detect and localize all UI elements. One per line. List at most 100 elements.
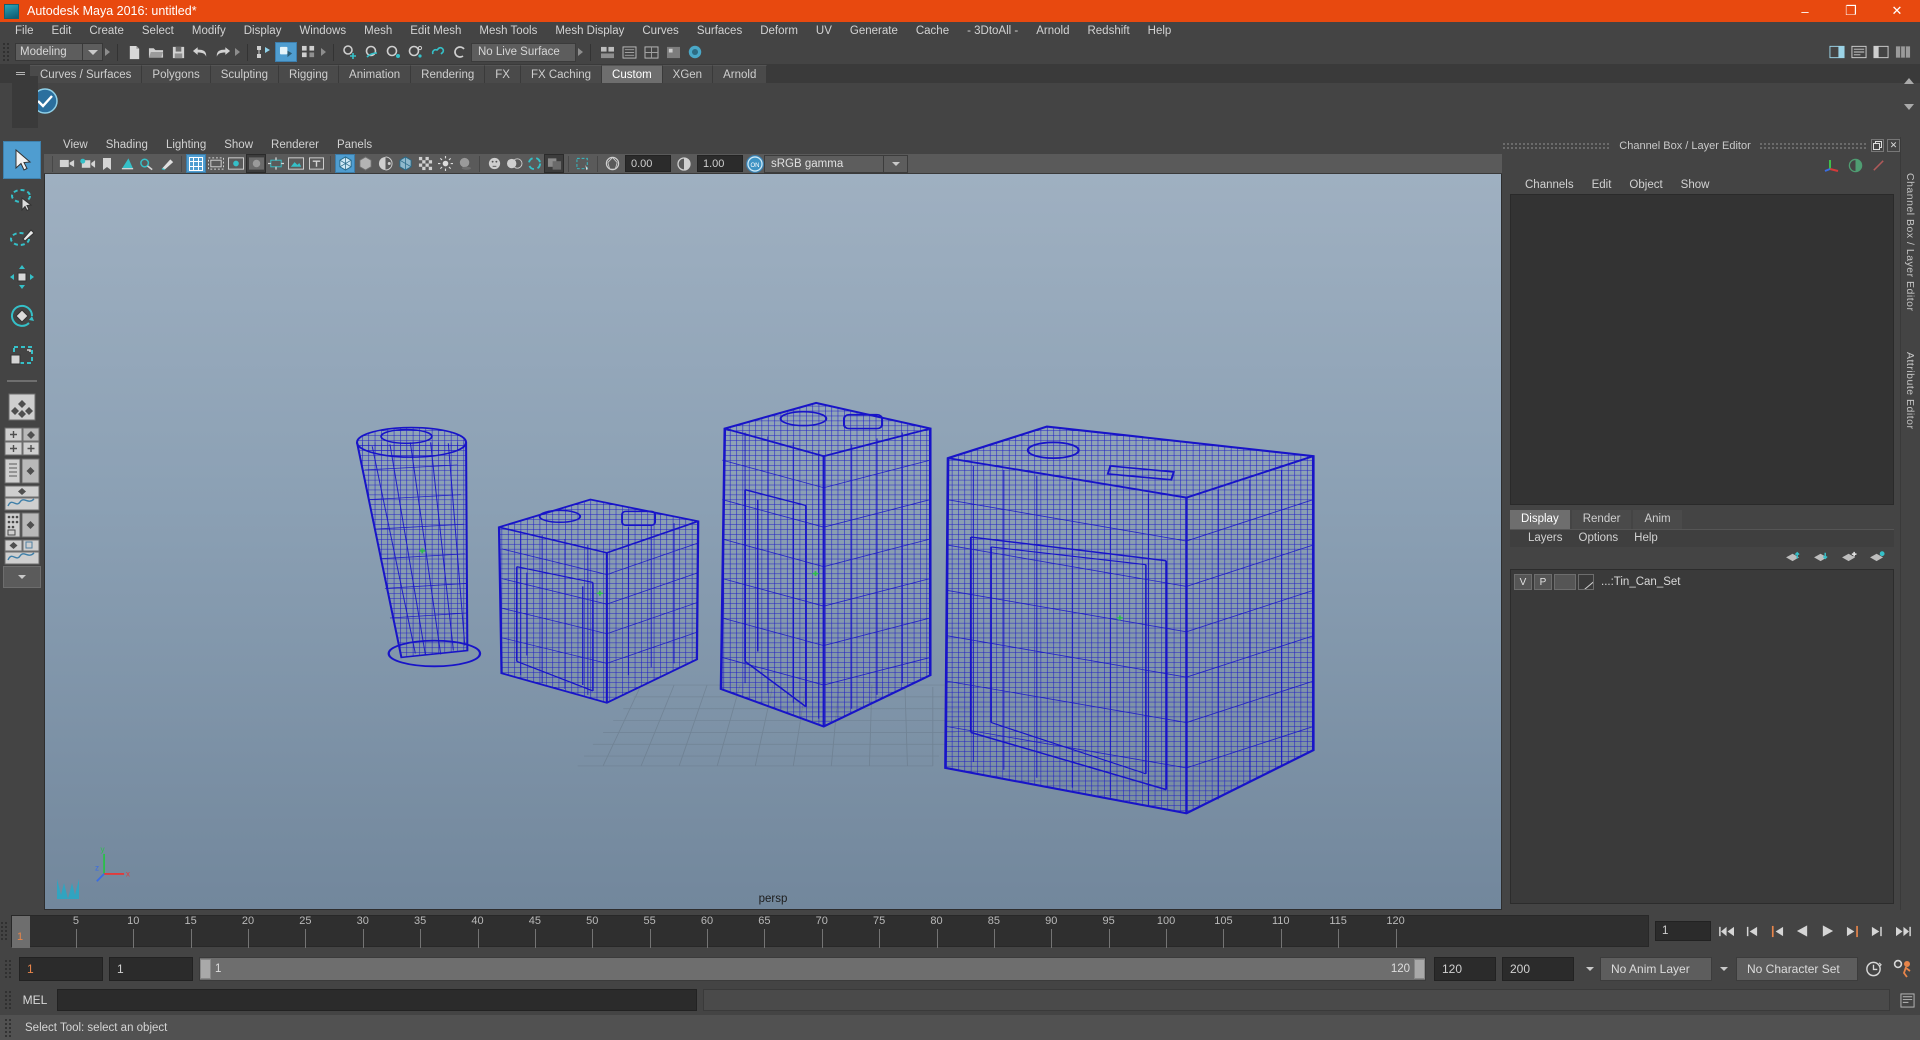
snap-to-point-icon[interactable] bbox=[383, 42, 405, 62]
menu-windows[interactable]: Windows bbox=[290, 22, 355, 40]
character-set-chevron-down-icon[interactable] bbox=[1712, 966, 1736, 971]
use-all-lights-icon[interactable] bbox=[435, 154, 455, 173]
menu-create[interactable]: Create bbox=[80, 22, 133, 40]
snap-to-curve-icon[interactable] bbox=[361, 42, 383, 62]
scale-tool-button[interactable] bbox=[3, 336, 41, 374]
open-hypergraph-icon[interactable] bbox=[640, 42, 662, 62]
open-scene-icon[interactable] bbox=[145, 42, 167, 62]
select-by-hierarchy-icon[interactable] bbox=[253, 42, 275, 62]
chevron-down-icon[interactable] bbox=[82, 44, 98, 60]
depth-of-field-icon[interactable] bbox=[544, 154, 564, 173]
viewport-menu-renderer[interactable]: Renderer bbox=[262, 137, 328, 154]
screen-space-ao-icon[interactable] bbox=[484, 154, 504, 173]
layer-display-type-toggle[interactable] bbox=[1554, 574, 1576, 590]
viewport-menu-shading[interactable]: Shading bbox=[97, 137, 157, 154]
anim-layer-chevron-down-icon[interactable] bbox=[1580, 966, 1600, 971]
close-button[interactable]: ✕ bbox=[1874, 0, 1920, 22]
shelf-tab-sculpting[interactable]: Sculpting bbox=[210, 65, 280, 83]
layout-persp-uv-button[interactable] bbox=[4, 539, 40, 565]
layout-hypershade-persp-button[interactable] bbox=[4, 512, 40, 538]
resolution-gate-icon[interactable] bbox=[226, 154, 246, 173]
menu-edit-mesh[interactable]: Edit Mesh bbox=[401, 22, 470, 40]
go-to-start-icon[interactable] bbox=[1717, 921, 1737, 941]
statusline-grip[interactable] bbox=[2, 42, 11, 62]
smooth-shade-all-icon[interactable] bbox=[355, 154, 375, 173]
snap-to-grid-icon[interactable] bbox=[339, 42, 361, 62]
motion-blur-icon[interactable] bbox=[504, 154, 524, 173]
grid-toggle-icon[interactable] bbox=[186, 154, 206, 173]
step-back-keyframe-icon[interactable] bbox=[1742, 921, 1762, 941]
move-layer-up-icon[interactable] bbox=[1785, 550, 1802, 563]
scroll-down-icon[interactable] bbox=[1904, 104, 1914, 110]
camera-attributes-icon[interactable] bbox=[77, 154, 97, 173]
undo-icon[interactable] bbox=[189, 42, 211, 62]
wireframe-on-shaded-icon[interactable] bbox=[395, 154, 415, 173]
save-scene-icon[interactable] bbox=[167, 42, 189, 62]
commandline-grip[interactable] bbox=[4, 990, 13, 1010]
menu-file[interactable]: File bbox=[6, 22, 43, 40]
script-language-label[interactable]: MEL bbox=[13, 993, 57, 1007]
paint-select-tool-button[interactable] bbox=[3, 219, 41, 257]
menu-mesh-display[interactable]: Mesh Display bbox=[546, 22, 633, 40]
current-time-indicator[interactable]: 1 bbox=[12, 916, 30, 948]
snap-to-view-plane-icon[interactable] bbox=[427, 42, 449, 62]
shelf-tab-xgen[interactable]: XGen bbox=[662, 65, 714, 83]
viewport-menu-view[interactable]: View bbox=[54, 137, 97, 154]
shelf-tab-rigging[interactable]: Rigging bbox=[279, 65, 340, 83]
live-surface-field[interactable]: No Live Surface bbox=[471, 42, 576, 62]
anim-layer-select[interactable]: No Anim Layer bbox=[1600, 956, 1712, 981]
layout-four-view-button[interactable] bbox=[4, 427, 40, 457]
toggle-sidebar-icon[interactable] bbox=[1826, 42, 1848, 62]
wireframe-shading-icon[interactable] bbox=[335, 154, 355, 173]
layer-playback-toggle[interactable]: P bbox=[1534, 574, 1552, 590]
show-hide-editor-icon[interactable] bbox=[596, 42, 618, 62]
menu-modify[interactable]: Modify bbox=[183, 22, 235, 40]
helpline-grip[interactable] bbox=[4, 1017, 13, 1038]
gamma-field[interactable]: 1.00 bbox=[697, 155, 743, 172]
move-tool-button[interactable] bbox=[3, 258, 41, 296]
collapse-section-1[interactable] bbox=[103, 43, 112, 61]
layout-single-perspective-button[interactable] bbox=[3, 388, 41, 426]
exposure-field[interactable]: 0.00 bbox=[625, 155, 671, 172]
shelf-tab-fx[interactable]: FX bbox=[485, 65, 521, 83]
menu-cache[interactable]: Cache bbox=[907, 22, 958, 40]
create-empty-layer-icon[interactable] bbox=[1841, 550, 1858, 563]
menu-uv[interactable]: UV bbox=[807, 22, 841, 40]
shelf-tab-animation[interactable]: Animation bbox=[339, 65, 412, 83]
exposure-tool-icon[interactable] bbox=[266, 154, 286, 173]
shelf-tab-arnold[interactable]: Arnold bbox=[713, 65, 768, 83]
make-live-icon[interactable] bbox=[449, 42, 471, 62]
axis-tripod-icon[interactable] bbox=[1824, 157, 1840, 173]
range-end-handle[interactable] bbox=[1414, 958, 1425, 979]
menu-display[interactable]: Display bbox=[235, 22, 291, 40]
menu-mesh[interactable]: Mesh bbox=[355, 22, 401, 40]
menuset-combo[interactable]: Modeling bbox=[15, 43, 103, 61]
viewport-menu-lighting[interactable]: Lighting bbox=[157, 137, 215, 154]
step-forward-keyframe-icon[interactable] bbox=[1867, 921, 1887, 941]
color-profile-chevron-down-icon[interactable] bbox=[884, 154, 908, 173]
channel-box-content[interactable] bbox=[1510, 194, 1894, 505]
undock-panel-icon[interactable] bbox=[1871, 139, 1884, 152]
rangeslider-grip[interactable] bbox=[4, 958, 13, 979]
viewport-menu-panels[interactable]: Panels bbox=[328, 137, 381, 154]
diagonal-line-icon[interactable] bbox=[1871, 158, 1886, 173]
bookmark-icon[interactable] bbox=[97, 154, 117, 173]
range-start-handle[interactable] bbox=[200, 958, 211, 979]
shelf-tab-custom[interactable]: Custom bbox=[602, 65, 663, 83]
shelf-scroll-arrows[interactable] bbox=[1904, 78, 1918, 110]
script-editor-icon[interactable] bbox=[1894, 992, 1920, 1008]
time-slider[interactable]: 1 5 10 15 20 25 30 35 40 45 50 55 60 65 70 75 80 85 90 95 1… bbox=[11, 915, 1649, 948]
attribute-editor-toggle-icon[interactable] bbox=[1848, 42, 1870, 62]
vtab-attribute-editor[interactable]: Attribute Editor bbox=[1904, 352, 1916, 429]
menu-surfaces[interactable]: Surfaces bbox=[688, 22, 751, 40]
channel-box-toggle-icon[interactable] bbox=[1892, 42, 1914, 62]
display-layer-row[interactable]: V P ...:Tin_Can_Set bbox=[1514, 573, 1890, 592]
layer-color-swatch[interactable] bbox=[1578, 574, 1594, 590]
channelbox-menu-edit[interactable]: Edit bbox=[1583, 179, 1621, 191]
new-scene-icon[interactable] bbox=[123, 42, 145, 62]
layer-menu-options[interactable]: Options bbox=[1571, 532, 1627, 544]
collapse-section-3[interactable] bbox=[319, 43, 328, 61]
layout-outliner-persp-button[interactable] bbox=[4, 458, 40, 484]
render-globals-icon[interactable] bbox=[684, 42, 706, 62]
auto-keyframe-toggle-icon[interactable] bbox=[1858, 960, 1888, 978]
